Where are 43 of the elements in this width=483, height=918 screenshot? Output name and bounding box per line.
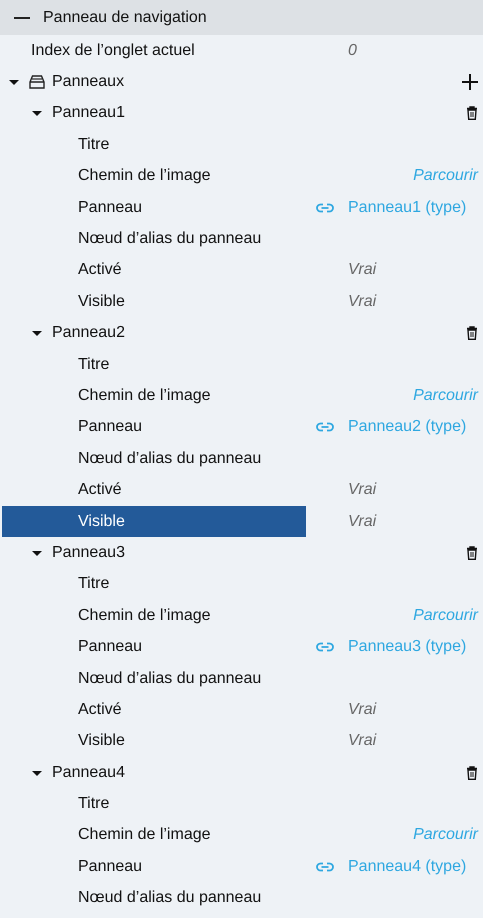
property-row[interactable]: Visible [2,506,306,538]
property-value: 0 [348,42,357,60]
property-row[interactable]: Nœud d’alias du panneau [2,662,306,694]
property-row[interactable]: Panneau [2,412,306,444]
property-row[interactable]: Titre [2,788,306,820]
property-row[interactable]: Nœud d’alias du panneau [2,882,306,914]
property-row[interactable]: Nœud d’alias du panneau [2,223,306,255]
panel-label: Panneau2 [52,324,125,342]
add-icon[interactable] [462,74,478,90]
trash-icon[interactable] [466,766,478,780]
property-value: Vrai [348,292,376,311]
property-row[interactable]: Panneau [2,631,306,663]
section-title: Panneau de navigation [43,8,207,26]
property-row[interactable]: Chemin de l’image [2,820,306,852]
panel-label: Panneau4 [52,764,125,782]
property-row[interactable]: Activé [2,694,306,726]
property-row[interactable]: Panneau [2,192,306,224]
property-value: Vrai [348,700,376,719]
property-value: Vrai [348,512,376,531]
property-row[interactable]: Titre [2,129,306,161]
trash-icon[interactable] [466,326,478,340]
property-row[interactable]: Chemin de l’image [2,160,306,192]
property-row[interactable]: Activé [2,254,306,286]
section-header[interactable]: Panneau de navigation [0,0,483,35]
property-row[interactable]: Panneau [2,851,306,883]
panel-label: Panneau1 [52,104,125,122]
property-value: Vrai [348,732,376,750]
property-row[interactable]: Titre [2,348,306,380]
property-value: Vrai [348,261,376,280]
collection-label: Panneaux [52,73,124,92]
property-label: Index de l’onglet actuel [31,42,195,60]
property-row[interactable]: Visible [2,726,306,757]
property-row[interactable]: Chemin de l’image [2,600,306,632]
trash-icon[interactable] [466,106,478,120]
property-row[interactable]: Nœud d’alias du panneau [2,443,306,474]
property-row[interactable]: Chemin de l’image [2,380,306,412]
trash-icon[interactable] [466,546,478,560]
panel-label: Panneau3 [52,544,125,562]
property-value: Vrai [348,481,376,500]
stack-icon [29,75,45,90]
property-row[interactable]: Titre [2,568,306,600]
property-row[interactable]: Activé [2,474,306,506]
property-row[interactable]: Visible [2,286,306,318]
